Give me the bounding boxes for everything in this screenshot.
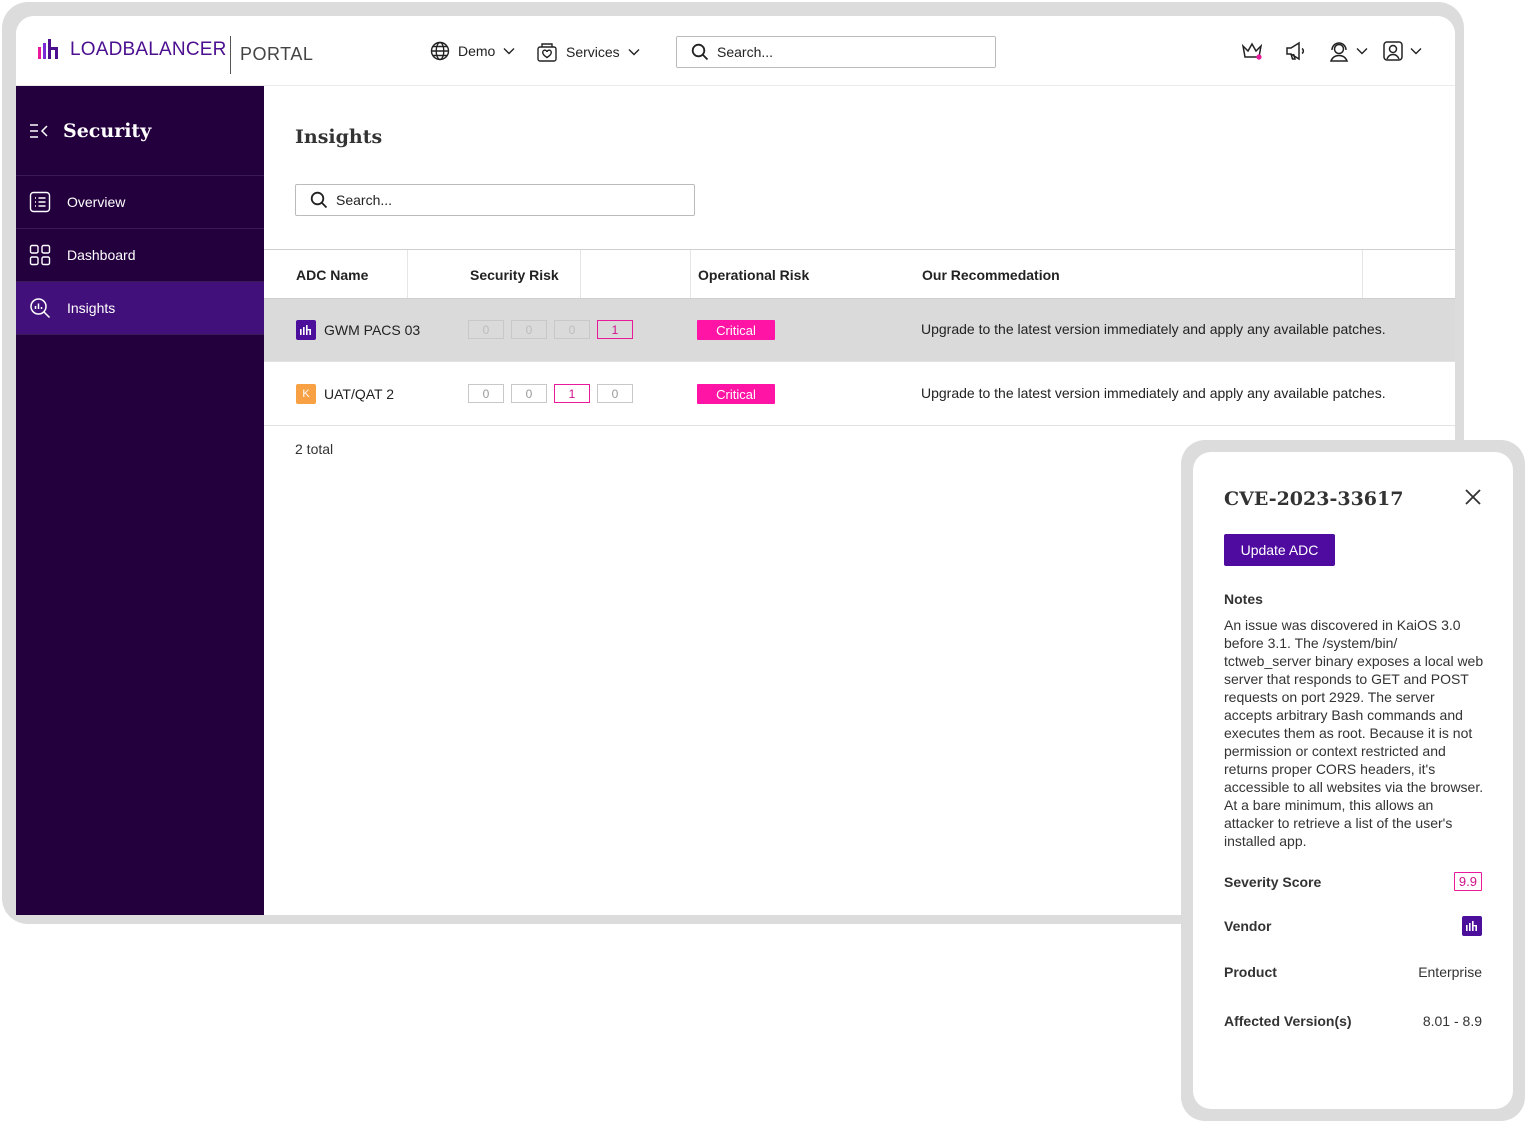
table-total-count: 2 total: [295, 441, 334, 457]
recommendation-text: Upgrade to the latest version immediatel…: [921, 321, 1386, 337]
brand-divider: [230, 36, 231, 74]
affected-versions-label: Affected Version(s): [1224, 1013, 1352, 1029]
user-account-icon: [1383, 41, 1403, 61]
close-panel-button[interactable]: [1464, 488, 1482, 511]
column-header-recommendation[interactable]: Our Recommedation: [922, 267, 1060, 283]
adc-name-cell: GWM PACS 03: [296, 320, 420, 340]
risk-count-critical: 0: [597, 384, 633, 403]
announcements-button[interactable]: [1284, 40, 1306, 62]
notes-text: An issue was discovered in KaiOS 3.0 bef…: [1224, 617, 1484, 849]
page-title: Insights: [295, 126, 383, 148]
loadbalancer-vendor-icon: [296, 320, 316, 340]
brand[interactable]: LOADBALANCER: [38, 39, 227, 61]
megaphone-icon: [1286, 41, 1305, 61]
adc-name-cell: K UAT/QAT 2: [296, 384, 394, 404]
services-icon: [537, 43, 557, 62]
chevron-down-icon: [628, 49, 640, 56]
vendor-row: Vendor: [1224, 916, 1482, 936]
operational-risk-badge: Critical: [697, 320, 775, 340]
insights-search-input[interactable]: [336, 192, 576, 208]
risk-count-high: 0: [554, 320, 590, 339]
risk-count-high: 1: [554, 384, 590, 403]
risk-count-critical: 1: [597, 320, 633, 339]
risk-count-low: 0: [468, 384, 504, 403]
column-header-security-risk[interactable]: Security Risk: [470, 267, 559, 283]
support-agent-icon: [1329, 42, 1349, 62]
insights-table: ADC Name Security Risk Operational Risk …: [264, 249, 1455, 426]
portal-label: PORTAL: [240, 44, 314, 64]
support-dropdown[interactable]: [1328, 40, 1368, 62]
services-dropdown[interactable]: Services: [536, 41, 640, 63]
sidebar: Security Overview Dashboard Insights: [16, 86, 264, 915]
list-icon: [29, 191, 51, 213]
search-icon: [691, 43, 709, 61]
security-risk-counts: 0 0 1 0: [468, 384, 640, 403]
column-divider: [407, 250, 408, 298]
product-label: Product: [1224, 964, 1277, 980]
crown-icon: [1241, 42, 1263, 60]
kemp-vendor-icon: K: [296, 384, 316, 404]
sidebar-item-overview[interactable]: Overview: [16, 176, 264, 229]
severity-score-label: Severity Score: [1224, 873, 1322, 890]
sidebar-item-insights[interactable]: Insights: [16, 282, 264, 335]
brand-name: LOADBALANCER: [70, 39, 227, 60]
services-label: Services: [566, 44, 620, 60]
account-dropdown[interactable]: [1382, 40, 1422, 62]
chevron-down-icon: [1356, 48, 1368, 55]
close-icon: [1465, 489, 1481, 505]
sidebar-item-label: Overview: [67, 194, 126, 210]
sidebar-item-label: Insights: [67, 300, 116, 316]
collapse-sidebar-icon[interactable]: [29, 123, 51, 139]
chevron-down-icon: [503, 48, 515, 55]
loadbalancer-logo-icon: [38, 39, 58, 59]
column-divider: [690, 250, 691, 298]
demo-dropdown[interactable]: Demo: [430, 41, 515, 61]
chevron-down-icon: [1410, 48, 1422, 55]
security-risk-counts: 0 0 0 1: [468, 320, 640, 339]
insights-search-box[interactable]: [295, 184, 695, 216]
product-value: Enterprise: [1418, 964, 1482, 980]
risk-count-medium: 0: [511, 320, 547, 339]
affected-versions-value: 8.01 - 8.9: [1422, 1013, 1482, 1029]
sidebar-title: Security: [63, 119, 152, 142]
table-row[interactable]: K UAT/QAT 2 0 0 1 0 Critical Upgrade to …: [264, 362, 1455, 426]
recommendation-text: Upgrade to the latest version immediatel…: [921, 385, 1386, 401]
severity-score-value: 9.9: [1453, 872, 1482, 891]
severity-score-row: Severity Score 9.9: [1224, 872, 1482, 891]
globe-icon: [430, 41, 450, 61]
operational-risk-badge: Critical: [697, 384, 775, 404]
cve-panel-frame: CVE-2023-33617 Update ADC Notes An issue…: [1181, 440, 1525, 1121]
loadbalancer-vendor-icon: [1462, 916, 1482, 936]
update-adc-button[interactable]: Update ADC: [1224, 534, 1335, 566]
notes-heading: Notes: [1224, 591, 1263, 607]
vendor-label: Vendor: [1224, 918, 1272, 934]
column-divider: [1362, 250, 1363, 298]
top-search-input[interactable]: [717, 44, 957, 60]
affected-versions-row: Affected Version(s) 8.01 - 8.9: [1224, 1013, 1482, 1029]
adc-name: GWM PACS 03: [324, 322, 421, 338]
adc-name: UAT/QAT 2: [324, 386, 395, 402]
grid-icon: [29, 244, 51, 266]
insights-search-icon: [30, 298, 51, 319]
sidebar-header: Security: [16, 86, 264, 176]
search-icon: [310, 191, 328, 209]
column-header-adc-name[interactable]: ADC Name: [296, 267, 368, 283]
top-search-box[interactable]: [676, 36, 996, 68]
cve-detail-panel: CVE-2023-33617 Update ADC Notes An issue…: [1193, 452, 1513, 1109]
premium-button[interactable]: [1241, 40, 1263, 62]
table-header: ADC Name Security Risk Operational Risk …: [264, 249, 1455, 299]
sidebar-item-dashboard[interactable]: Dashboard: [16, 229, 264, 282]
cve-title: CVE-2023-33617: [1224, 488, 1404, 510]
top-bar: LOADBALANCER PORTAL Demo Services: [16, 16, 1455, 86]
product-row: Product Enterprise: [1224, 964, 1482, 980]
risk-count-low: 0: [468, 320, 504, 339]
table-row[interactable]: GWM PACS 03 0 0 0 1 Critical Upgrade to …: [264, 299, 1455, 362]
sidebar-item-label: Dashboard: [67, 247, 136, 263]
demo-label: Demo: [458, 43, 496, 59]
column-header-operational-risk[interactable]: Operational Risk: [698, 267, 809, 283]
column-divider: [580, 250, 581, 298]
risk-count-medium: 0: [511, 384, 547, 403]
